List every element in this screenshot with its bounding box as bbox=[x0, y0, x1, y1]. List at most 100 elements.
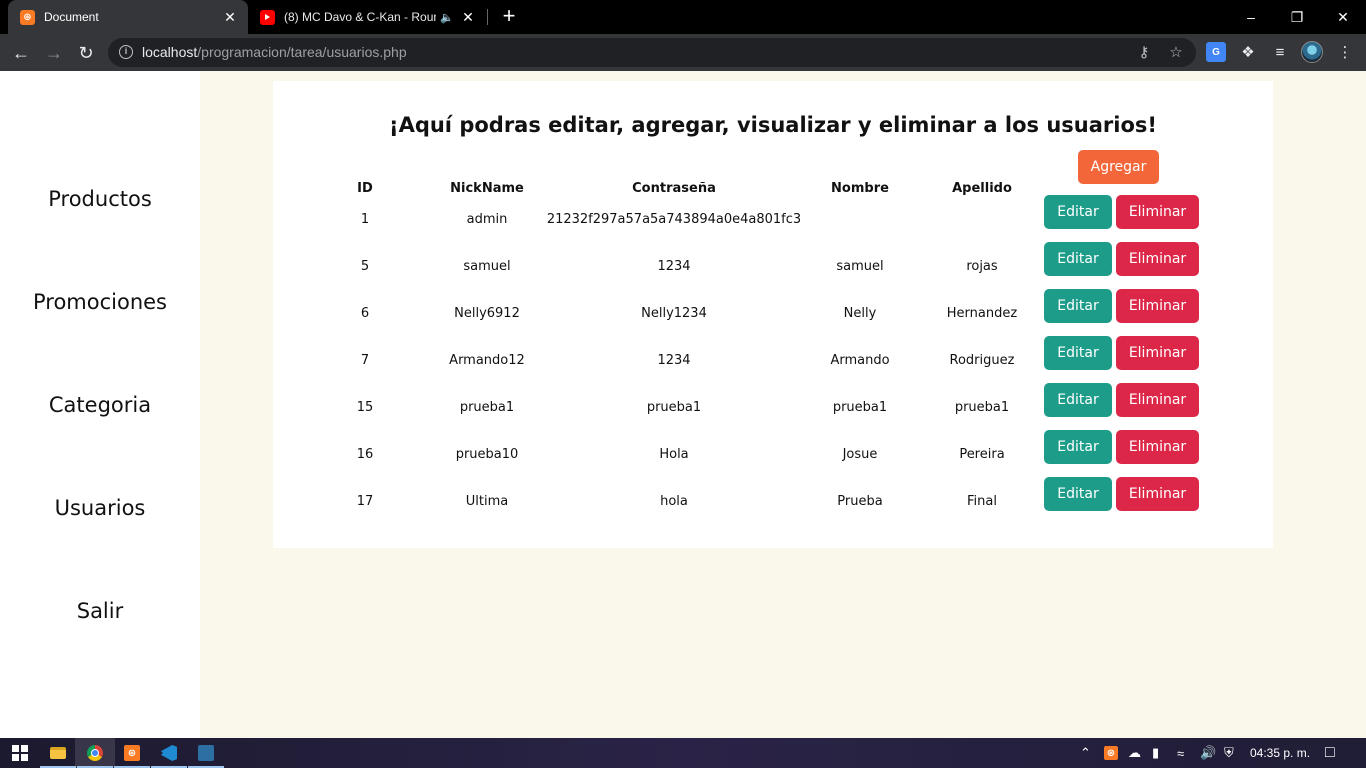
cell-nickname: admin bbox=[466, 212, 508, 227]
cell-nombre: Armando bbox=[830, 353, 890, 368]
key-icon[interactable]: ⚷ bbox=[1134, 43, 1154, 63]
cell-password: 1234 bbox=[657, 353, 691, 368]
cell-apellido: Pereira bbox=[959, 447, 1005, 462]
cell-id: 1 bbox=[360, 212, 370, 227]
sidebar-item-usuarios[interactable]: Usuarios bbox=[0, 496, 200, 520]
speaker-icon[interactable]: 🔈 bbox=[440, 11, 454, 24]
cloud-icon[interactable]: ☁ bbox=[1128, 738, 1141, 768]
wifi-icon[interactable]: ≈ bbox=[1177, 738, 1184, 768]
forward-button[interactable]: → bbox=[42, 41, 66, 65]
edit-button[interactable]: Editar bbox=[1044, 336, 1112, 370]
cell-apellido: Final bbox=[967, 494, 997, 509]
edit-button[interactable]: Editar bbox=[1044, 383, 1112, 417]
url-text[interactable]: localhost/programacion/tarea/usuarios.ph… bbox=[142, 44, 407, 60]
cell-nickname: samuel bbox=[463, 259, 511, 274]
cell-id: 7 bbox=[360, 353, 370, 368]
sidebar-item-categoria[interactable]: Categoria bbox=[0, 393, 200, 417]
cell-apellido: prueba1 bbox=[954, 400, 1010, 415]
cell-apellido: Rodriguez bbox=[949, 353, 1015, 368]
edit-button[interactable]: Editar bbox=[1044, 242, 1112, 276]
main-content: ¡Aquí podras editar, agregar, visualizar… bbox=[200, 71, 1366, 738]
page-title: ¡Aquí podras editar, agregar, visualizar… bbox=[389, 113, 1157, 137]
users-card: ¡Aquí podras editar, agregar, visualizar… bbox=[273, 81, 1273, 548]
sidebar-item-productos[interactable]: Productos bbox=[0, 187, 200, 211]
column-header-nombre: Nombre bbox=[831, 181, 889, 196]
chrome-icon bbox=[87, 745, 103, 761]
tray-chevron-icon[interactable]: ⌃ bbox=[1080, 738, 1091, 768]
start-button[interactable] bbox=[0, 738, 40, 768]
taskbar: ⊛ ⌃ ⊛ ☁ ▮ ≈ 🔊 ⛨ 04:35 p. m. □ bbox=[0, 738, 1366, 768]
edit-button[interactable]: Editar bbox=[1044, 430, 1112, 464]
sidebar-item-promociones[interactable]: Promociones bbox=[0, 290, 200, 314]
avatar[interactable] bbox=[1301, 41, 1323, 63]
add-user-button[interactable]: Agregar bbox=[1078, 150, 1159, 184]
cell-nombre: Prueba bbox=[837, 494, 883, 509]
cell-nickname: prueba10 bbox=[455, 447, 519, 462]
edit-button[interactable]: Editar bbox=[1044, 477, 1112, 511]
tab-document[interactable]: ⊛ Document ✕ bbox=[8, 0, 248, 34]
tray-xampp-icon[interactable]: ⊛ bbox=[1104, 738, 1118, 768]
delete-button[interactable]: Eliminar bbox=[1116, 195, 1199, 229]
delete-button[interactable]: Eliminar bbox=[1116, 289, 1199, 323]
delete-button[interactable]: Eliminar bbox=[1116, 430, 1199, 464]
menu-icon[interactable]: ⋮ bbox=[1335, 42, 1355, 62]
puzzle-icon[interactable]: ❖ bbox=[1238, 42, 1258, 62]
browser-tab-strip: ⊛ Document ✕ (8) MC Davo & C-Kan - Roun … bbox=[0, 0, 1366, 34]
cell-nickname: Ultima bbox=[465, 494, 509, 509]
xampp-icon: ⊛ bbox=[124, 745, 140, 761]
info-icon[interactable]: i bbox=[119, 45, 133, 59]
taskbar-vscode[interactable] bbox=[149, 738, 189, 768]
battery-icon[interactable]: ▮ bbox=[1152, 738, 1159, 768]
sidebar-item-salir[interactable]: Salir bbox=[0, 599, 200, 623]
taskbar-mysql-workbench[interactable] bbox=[186, 738, 226, 768]
close-icon[interactable]: ✕ bbox=[222, 9, 238, 26]
media-queue-icon[interactable]: ≡ bbox=[1270, 42, 1290, 62]
taskbar-chrome[interactable] bbox=[75, 738, 115, 768]
edit-button[interactable]: Editar bbox=[1044, 195, 1112, 229]
column-header-password: Contraseña bbox=[632, 181, 716, 196]
cell-nickname: Armando12 bbox=[449, 353, 525, 368]
cell-nombre: prueba1 bbox=[832, 400, 888, 415]
address-bar[interactable]: i localhost/programacion/tarea/usuarios.… bbox=[108, 38, 1196, 67]
cell-id: 15 bbox=[356, 400, 374, 415]
folder-icon bbox=[50, 747, 66, 759]
cell-password: 21232f297a57a5a743894a0e4a801fc3 bbox=[546, 212, 802, 227]
edit-button[interactable]: Editar bbox=[1044, 289, 1112, 323]
star-icon[interactable]: ☆ bbox=[1166, 43, 1186, 63]
cell-id: 17 bbox=[356, 494, 374, 509]
close-window-button[interactable]: ✕ bbox=[1320, 0, 1366, 34]
cell-password: 1234 bbox=[657, 259, 691, 274]
back-button[interactable]: ← bbox=[9, 41, 33, 65]
reload-button[interactable]: ↻ bbox=[74, 41, 98, 65]
security-icon[interactable]: ⛨ bbox=[1224, 738, 1234, 768]
browser-toolbar: ← → ↻ i localhost/programacion/tarea/usu… bbox=[0, 34, 1366, 71]
cell-apellido: Hernandez bbox=[946, 306, 1018, 321]
cell-nombre: Josue bbox=[842, 447, 878, 462]
tab-youtube[interactable]: (8) MC Davo & C-Kan - Roun 🔈 ✕ bbox=[250, 0, 486, 34]
taskbar-xampp[interactable]: ⊛ bbox=[112, 738, 152, 768]
youtube-icon bbox=[260, 9, 275, 25]
tab-title: Document bbox=[44, 10, 99, 24]
volume-icon[interactable]: 🔊 bbox=[1200, 738, 1216, 768]
xampp-icon: ⊛ bbox=[20, 9, 35, 25]
column-header-nickname: NickName bbox=[450, 181, 524, 196]
delete-button[interactable]: Eliminar bbox=[1116, 477, 1199, 511]
clock[interactable]: 04:35 p. m. bbox=[1250, 746, 1310, 760]
mysql-icon bbox=[198, 745, 214, 761]
cell-id: 16 bbox=[356, 447, 374, 462]
sidebar: Productos Promociones Categoria Usuarios… bbox=[0, 71, 200, 738]
delete-button[interactable]: Eliminar bbox=[1116, 336, 1199, 370]
column-header-id: ID bbox=[357, 181, 373, 196]
cell-password: Nelly1234 bbox=[641, 306, 707, 321]
cell-nickname: Nelly6912 bbox=[454, 306, 520, 321]
new-tab-button[interactable]: + bbox=[498, 5, 520, 28]
translate-icon[interactable]: G bbox=[1206, 42, 1226, 62]
cell-nombre: samuel bbox=[836, 259, 884, 274]
taskbar-file-explorer[interactable] bbox=[38, 738, 78, 768]
restore-button[interactable]: ❐ bbox=[1274, 0, 1320, 34]
delete-button[interactable]: Eliminar bbox=[1116, 383, 1199, 417]
close-icon[interactable]: ✕ bbox=[460, 9, 476, 26]
minimize-button[interactable]: – bbox=[1228, 0, 1274, 34]
delete-button[interactable]: Eliminar bbox=[1116, 242, 1199, 276]
notifications-icon[interactable]: □ bbox=[1325, 738, 1335, 768]
